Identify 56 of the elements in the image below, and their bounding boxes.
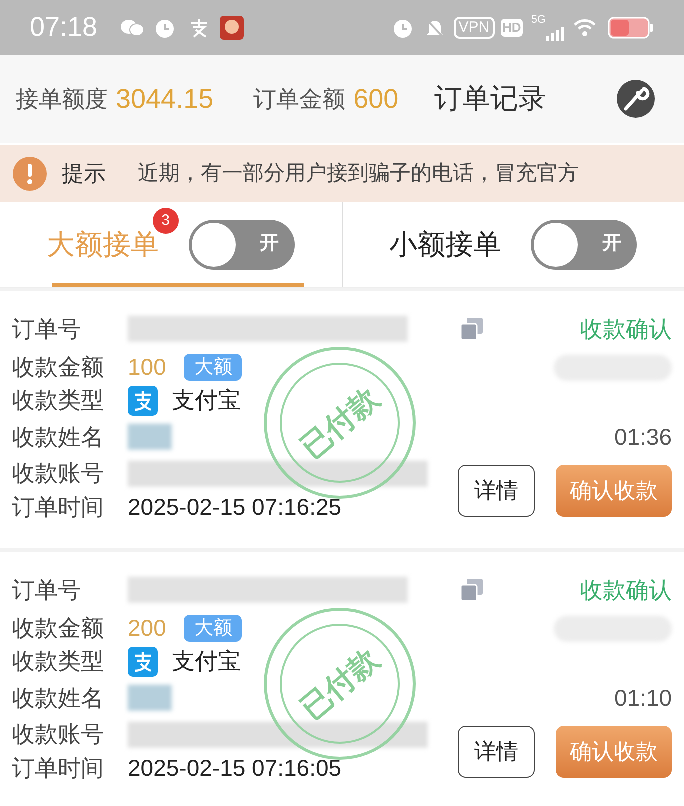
paid-stamp: 已付款 — [264, 347, 416, 499]
toggle-switch[interactable]: 开 — [188, 220, 295, 270]
field-label: 订单时间 — [12, 754, 105, 783]
field-label: 收款账号 — [12, 459, 105, 488]
amount-label: 订单金额 — [254, 84, 346, 114]
battery-icon — [608, 16, 654, 38]
redacted-blur — [128, 424, 172, 450]
detail-button[interactable]: 详情 — [458, 726, 535, 778]
records-link[interactable]: 订单记录 — [434, 78, 547, 120]
payment-type: 支付宝 — [172, 386, 241, 416]
field-label: 收款账号 — [12, 720, 105, 750]
toggle-switch[interactable]: 开 — [531, 220, 638, 270]
quota-value: 3044.15 — [116, 82, 214, 116]
confirm-button[interactable]: 确认收款 — [556, 464, 672, 516]
field-label: 订单时间 — [12, 492, 105, 522]
field-label: 收款金额 — [12, 353, 105, 382]
field-label: 收款类型 — [12, 386, 105, 416]
hd-badge: HD — [500, 18, 524, 36]
field-label: 订单号 — [12, 576, 82, 605]
order-status: 收款确认 — [580, 314, 672, 344]
alipay-icon — [128, 386, 158, 416]
confirm-button[interactable]: 确认收款 — [556, 726, 672, 778]
copy-icon[interactable] — [460, 578, 484, 602]
amount-value: 200 — [128, 614, 166, 644]
notice-label: 提示 — [62, 160, 106, 188]
amount-value: 600 — [354, 82, 399, 116]
app-icon — [220, 16, 244, 40]
warning-icon — [12, 156, 48, 192]
field-label: 订单号 — [12, 314, 82, 344]
count-badge: 3 — [152, 208, 179, 234]
detail-button[interactable]: 详情 — [458, 464, 535, 516]
size-tag: 大额 — [184, 615, 242, 642]
redacted-blur — [128, 685, 172, 711]
vpn-badge: VPN — [454, 16, 495, 38]
countdown: 01:10 — [614, 684, 672, 713]
amount-value: 100 — [128, 353, 166, 382]
field-label: 收款姓名 — [12, 422, 105, 452]
countdown: 01:36 — [614, 422, 672, 452]
quota-label: 接单额度 — [16, 84, 108, 114]
alipay-icon — [128, 646, 158, 676]
notice-text: 近期，有一部分用户接到骗子的电话，冒充官方 — [138, 160, 579, 187]
order-status: 收款确认 — [580, 576, 672, 605]
wifi-icon — [574, 18, 596, 36]
network-label: 5G — [531, 14, 546, 26]
avatar-icon[interactable] — [616, 79, 656, 119]
size-tag: 大额 — [184, 354, 242, 381]
payment-type: 支付宝 — [172, 647, 241, 676]
paid-stamp: 已付款 — [264, 608, 416, 760]
signal-icon — [546, 26, 564, 40]
chat-icon — [120, 18, 144, 38]
status-time: 07:18 — [30, 11, 98, 44]
copy-icon[interactable] — [460, 317, 484, 341]
tab[interactable]: 小额接单 — [389, 224, 502, 266]
field-label: 收款金额 — [12, 614, 105, 644]
field-label: 收款类型 — [12, 647, 105, 676]
field-label: 收款姓名 — [12, 684, 105, 713]
